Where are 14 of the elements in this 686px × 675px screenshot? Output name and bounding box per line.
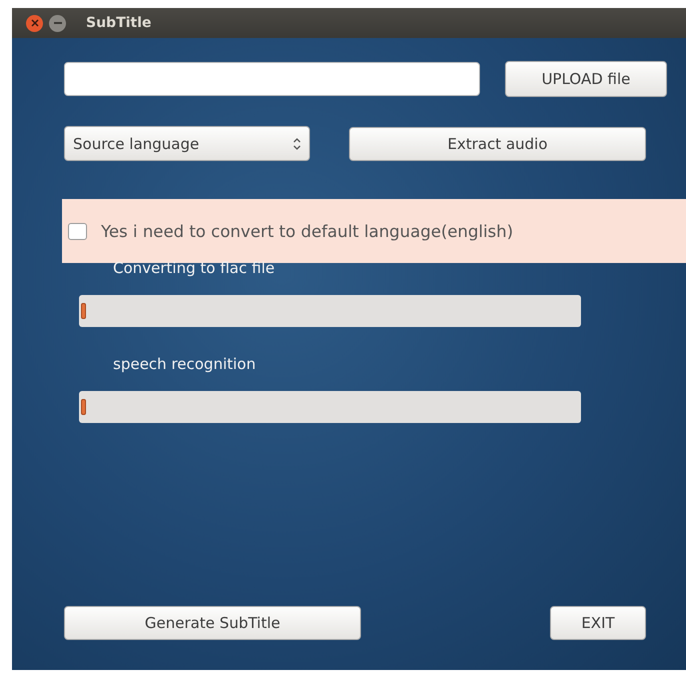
upload-file-button[interactable]: UPLOAD file — [505, 61, 667, 97]
progress-label: speech recognition — [113, 355, 256, 373]
extract-audio-button[interactable]: Extract audio — [349, 126, 646, 160]
exit-button[interactable]: EXIT — [550, 606, 646, 640]
minimize-icon[interactable] — [49, 14, 66, 32]
window-title: SubTitle — [86, 15, 152, 31]
source-language-select[interactable]: Source language — [64, 126, 310, 161]
checkbox[interactable] — [68, 222, 87, 240]
close-icon[interactable] — [26, 14, 43, 32]
progress-label: Converting to flac file — [113, 259, 275, 277]
file-path-field[interactable] — [64, 62, 480, 96]
spinner-arrows-icon — [293, 138, 301, 150]
checkbox-label: Yes i need to convert to default language(english) — [101, 222, 514, 240]
generate-subtitle-button[interactable]: Generate SubTitle — [64, 606, 361, 640]
